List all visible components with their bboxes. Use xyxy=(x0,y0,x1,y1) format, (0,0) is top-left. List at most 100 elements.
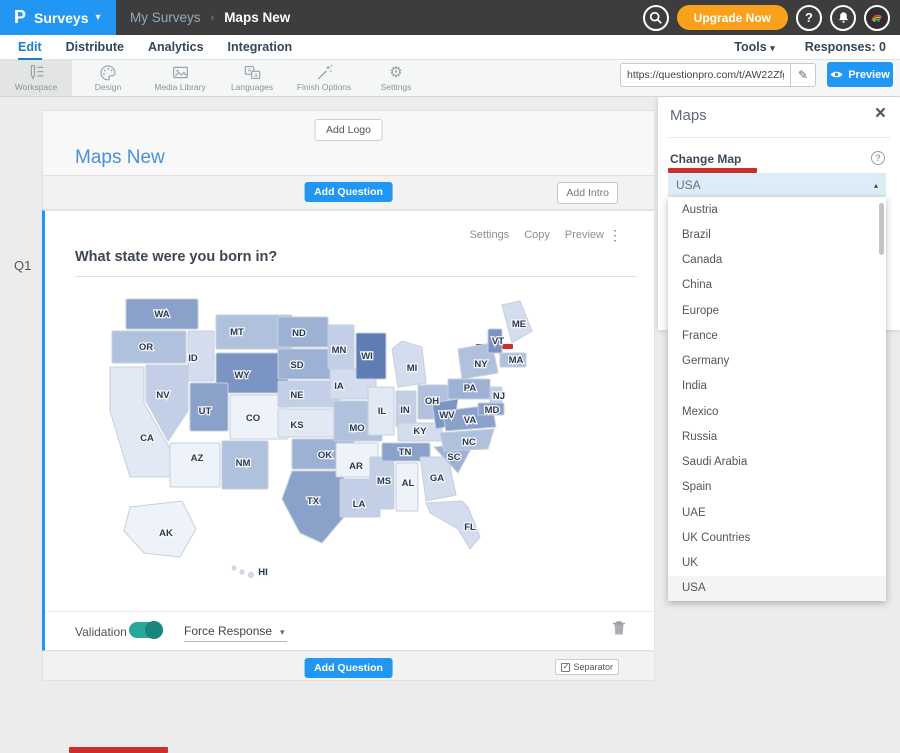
app-menu[interactable]: P Surveys ▾ xyxy=(0,0,116,35)
search-button[interactable] xyxy=(643,5,669,31)
map-option-usa[interactable]: USA xyxy=(668,576,886,601)
toolbar-item-languages[interactable]: Aa Languages xyxy=(216,60,288,96)
magic-wand-icon xyxy=(315,64,333,81)
state-nm[interactable] xyxy=(222,441,268,489)
map-select[interactable]: USA ▴ xyxy=(668,173,886,197)
question-card: Settings Copy Preview ⋮ What state were … xyxy=(42,210,655,651)
survey-title[interactable]: Maps New xyxy=(75,147,165,169)
add-logo-button[interactable]: Add Logo xyxy=(314,119,383,141)
preview-button[interactable]: Preview xyxy=(827,62,893,87)
state-wa[interactable] xyxy=(126,299,198,329)
notifications-button[interactable] xyxy=(830,5,856,31)
state-hi[interactable] xyxy=(240,570,244,574)
divider xyxy=(668,137,890,138)
state-il[interactable] xyxy=(368,387,394,435)
map-option-saudi-arabia[interactable]: Saudi Arabia xyxy=(668,450,886,475)
tools-menu[interactable]: Tools ▾ xyxy=(734,40,774,54)
tab-analytics[interactable]: Analytics xyxy=(148,35,204,60)
state-ms[interactable] xyxy=(370,457,394,509)
account-avatar[interactable] xyxy=(864,5,890,31)
separator-button[interactable]: ✓ Separator xyxy=(555,659,619,675)
state-id[interactable] xyxy=(188,331,214,381)
question-copy-link[interactable]: Copy xyxy=(524,229,550,241)
responses-count[interactable]: Responses: 0 xyxy=(805,40,886,54)
state-al[interactable] xyxy=(396,463,418,511)
pencil-icon: ✎ xyxy=(798,68,808,82)
tab-distribute[interactable]: Distribute xyxy=(66,35,124,60)
state-pa[interactable] xyxy=(448,379,490,399)
toolbar-item-settings[interactable]: ⚙ Settings xyxy=(360,60,432,96)
validation-toggle[interactable] xyxy=(129,622,163,638)
map-option-russia[interactable]: Russia xyxy=(668,424,886,449)
state-ak[interactable] xyxy=(124,501,196,557)
map-option-mexico[interactable]: Mexico xyxy=(668,399,886,424)
add-question-button-top[interactable]: Add Question xyxy=(304,182,393,202)
map-option-uae[interactable]: UAE xyxy=(668,500,886,525)
state-hi[interactable] xyxy=(249,573,254,578)
upgrade-now-button[interactable]: Upgrade Now xyxy=(677,5,788,30)
usa-map[interactable]: WAORCANVIDMTWYUTCOAZNMNDSDNEKSOKTXMNIAMO… xyxy=(96,291,566,596)
tab-integration[interactable]: Integration xyxy=(228,35,293,60)
add-intro-button[interactable]: Add Intro xyxy=(557,182,618,204)
divider xyxy=(45,611,654,612)
survey-link-input[interactable] xyxy=(620,63,790,87)
state-tx[interactable] xyxy=(282,471,344,543)
delete-question-button[interactable] xyxy=(612,620,626,641)
toolbar-item-finish-options[interactable]: Finish Options xyxy=(288,60,360,96)
map-option-uk-countries[interactable]: UK Countries xyxy=(668,525,886,550)
annotation-underline-validation xyxy=(69,747,168,753)
kebab-menu-icon[interactable]: ⋮ xyxy=(608,227,622,244)
map-option-brazil[interactable]: Brazil xyxy=(668,222,886,247)
toolbar-item-design[interactable]: Design xyxy=(72,60,144,96)
add-question-band: Add Question Add Intro xyxy=(42,176,655,210)
validation-type-dropdown[interactable]: Force Response▾ xyxy=(184,624,287,642)
question-mark-icon: ? xyxy=(805,10,813,25)
question-settings-link[interactable]: Settings xyxy=(469,229,509,241)
question-preview-link[interactable]: Preview xyxy=(565,229,604,241)
add-question-band-bottom: Add Question ✓ Separator xyxy=(42,652,655,681)
state-wi[interactable] xyxy=(356,333,386,379)
state-hi[interactable] xyxy=(232,566,236,570)
help-button[interactable]: ? xyxy=(796,5,822,31)
search-icon xyxy=(649,11,663,25)
translate-icon: Aa xyxy=(243,64,262,81)
map-option-france[interactable]: France xyxy=(668,323,886,348)
state-nd[interactable] xyxy=(278,317,328,347)
tab-edit[interactable]: Edit xyxy=(18,35,42,60)
toolbar-item-workspace[interactable]: Workspace xyxy=(0,60,72,96)
state-or[interactable] xyxy=(112,331,186,363)
bell-icon xyxy=(837,11,850,24)
state-in[interactable] xyxy=(396,391,416,427)
scrollbar-thumb[interactable] xyxy=(879,203,884,255)
state-mi[interactable] xyxy=(392,341,426,387)
avatar-gauge-icon xyxy=(869,10,885,26)
help-circle-icon[interactable]: ? xyxy=(871,151,885,165)
toolbar-item-media-library[interactable]: Media Library xyxy=(144,60,216,96)
state-vt[interactable] xyxy=(488,329,502,353)
map-option-india[interactable]: India xyxy=(668,374,886,399)
validation-label: Validation xyxy=(75,625,127,639)
map-option-europe[interactable]: Europe xyxy=(668,298,886,323)
state-mn[interactable] xyxy=(328,325,354,369)
map-option-canada[interactable]: Canada xyxy=(668,248,886,273)
state-az[interactable] xyxy=(170,443,220,487)
workspace-icon xyxy=(27,64,46,81)
map-option-germany[interactable]: Germany xyxy=(668,349,886,374)
chevron-down-icon: ▾ xyxy=(96,12,101,23)
state-fl[interactable] xyxy=(426,501,480,549)
map-option-austria[interactable]: Austria xyxy=(668,197,886,222)
edit-link-button[interactable]: ✎ xyxy=(790,63,816,87)
state-me[interactable] xyxy=(502,301,532,343)
state-nc[interactable] xyxy=(440,429,494,451)
state-md[interactable] xyxy=(478,403,504,415)
add-question-button-bottom[interactable]: Add Question xyxy=(304,658,393,678)
state-ut[interactable] xyxy=(190,383,228,431)
state-ks[interactable] xyxy=(278,409,342,437)
map-option-uk[interactable]: UK xyxy=(668,551,886,576)
breadcrumb-my-surveys[interactable]: My Surveys xyxy=(130,10,201,25)
state-ma[interactable] xyxy=(500,353,526,367)
question-text[interactable]: What state were you born in? xyxy=(75,249,637,277)
close-icon[interactable]: × xyxy=(875,103,886,125)
map-option-spain[interactable]: Spain xyxy=(668,475,886,500)
map-option-china[interactable]: China xyxy=(668,273,886,298)
